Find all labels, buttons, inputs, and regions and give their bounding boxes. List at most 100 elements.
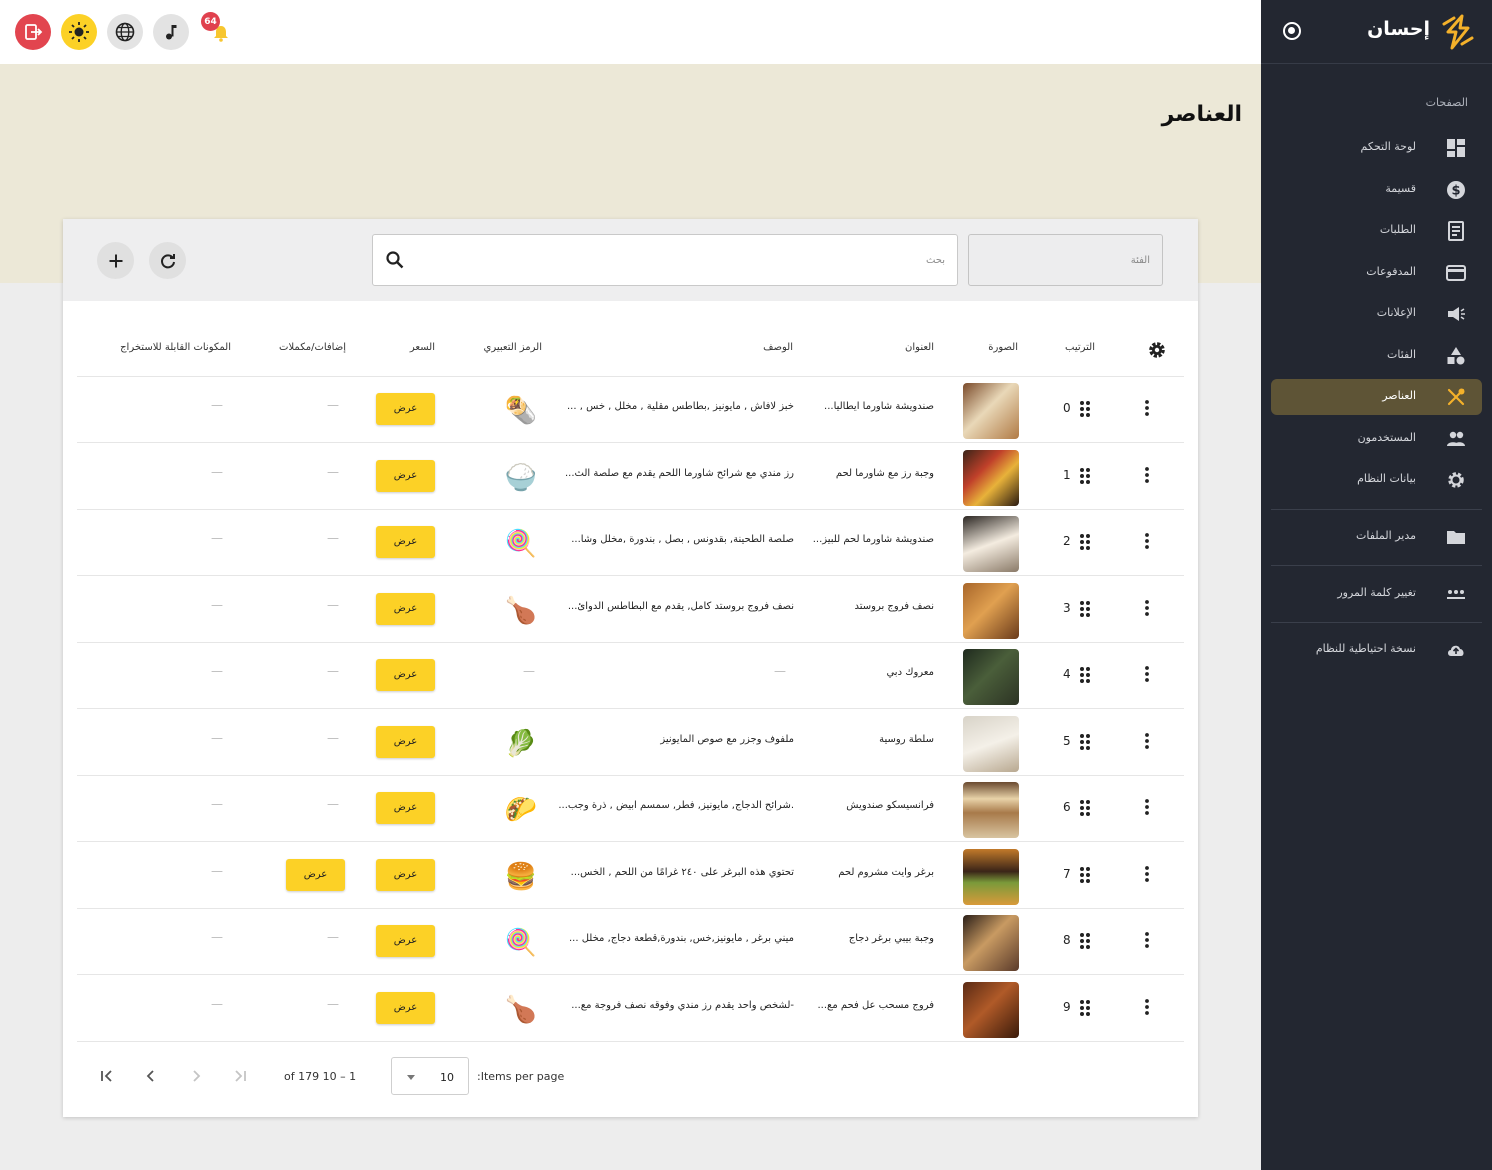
price-view-button[interactable]: عرض xyxy=(376,925,435,957)
more-vert-icon[interactable] xyxy=(1144,465,1150,485)
table-row[interactable]: 5 سلطة روسية ملفوف وجزر مع صوص المايونيز 🥬 ع… xyxy=(77,710,1184,776)
more-vert-icon[interactable] xyxy=(1144,731,1150,751)
more-vert-icon[interactable] xyxy=(1144,797,1150,817)
price-view-button[interactable]: عرض xyxy=(376,858,435,891)
notification-badge: 64 xyxy=(201,12,220,31)
header-addons[interactable]: إضافات/مكملات xyxy=(279,342,346,353)
price-view-button[interactable]: عرض xyxy=(376,592,435,625)
price-view-button[interactable]: عرض xyxy=(376,526,435,558)
table-row[interactable]: 6 فرانسيسكو صندويش .شرائح الدجاج, مايونيز,… xyxy=(77,776,1184,842)
sidebar-toggle-icon[interactable] xyxy=(1283,22,1301,40)
drag-handle-icon[interactable] xyxy=(1079,532,1091,552)
empty-addons: — xyxy=(327,464,339,479)
table-row[interactable]: 8 وجبة بيبي برغر دجاج ميني برغر , مايونيز,… xyxy=(77,909,1184,975)
item-image xyxy=(963,848,1019,905)
sidebar-item-users[interactable]: المستخدمون xyxy=(1271,421,1482,457)
empty-extractable: — xyxy=(211,930,223,944)
sidebar-item-ads[interactable]: الإعلانات xyxy=(1271,296,1482,332)
sidebar-item-backup[interactable]: نسخة احتياطية للنظام xyxy=(1271,632,1482,668)
price-view-button[interactable]: عرض xyxy=(376,393,435,425)
header-extractable[interactable]: المكونات القابلة للاستخراج xyxy=(120,342,231,353)
header-emoji[interactable]: الرمز التعبيري xyxy=(484,342,542,353)
price-view-button[interactable]: عرض xyxy=(376,792,435,824)
row-order: 2 xyxy=(1063,534,1071,548)
item-emoji: 🍚 xyxy=(504,462,538,493)
sidebar-item-system-data[interactable]: بيانات النظام xyxy=(1271,462,1482,498)
sidebar-item-orders[interactable]: الطلبات xyxy=(1271,213,1482,249)
price-view-button[interactable]: عرض xyxy=(376,991,435,1024)
header-image[interactable]: الصورة xyxy=(988,342,1018,353)
more-vert-icon[interactable] xyxy=(1144,864,1150,884)
more-vert-icon[interactable] xyxy=(1144,997,1150,1017)
header-title[interactable]: العنوان xyxy=(905,342,934,353)
more-vert-icon[interactable] xyxy=(1144,531,1150,551)
search-input[interactable] xyxy=(425,250,945,270)
sidebar-item-payments[interactable]: المدفوعات xyxy=(1271,255,1482,291)
paginator: of 179 10 – 1 10 :Items per page xyxy=(63,1057,1198,1097)
drag-handle-icon[interactable] xyxy=(1079,732,1091,752)
item-emoji: 🍭 xyxy=(504,928,538,958)
logout-button[interactable] xyxy=(15,14,51,50)
more-vert-icon[interactable] xyxy=(1144,398,1150,418)
previous-page-icon[interactable] xyxy=(142,1067,160,1085)
sidebar-item-file-manager[interactable]: مدير الملفات xyxy=(1271,519,1482,555)
sidebar-item-items[interactable]: العناصر xyxy=(1271,379,1482,415)
table-row[interactable]: 2 صندويشة شاورما لحم للبيز... صلصة الطحينة… xyxy=(77,510,1184,576)
drag-handle-icon[interactable] xyxy=(1079,599,1091,619)
sidebar-item-change-password[interactable]: تغيير كلمة المرور xyxy=(1271,576,1482,612)
item-image xyxy=(963,449,1019,506)
megaphone-icon xyxy=(1448,307,1465,321)
sidebar-item-coupon[interactable]: $ قسيمة xyxy=(1271,172,1482,208)
category-input[interactable] xyxy=(980,250,1150,270)
price-view-button[interactable]: عرض xyxy=(376,725,435,758)
drag-handle-icon[interactable] xyxy=(1079,865,1091,885)
header-price[interactable]: السعر xyxy=(410,342,435,353)
table-row[interactable]: 3 نصف فروج بروستد نصف فروج بروستد كامل, يق… xyxy=(77,577,1184,643)
next-page-icon[interactable] xyxy=(187,1067,205,1085)
music-button[interactable] xyxy=(153,14,189,50)
more-vert-icon[interactable] xyxy=(1144,930,1150,950)
table-row[interactable]: 0 صندويشة شاورما ايطاليا... خبز لافاش , ما… xyxy=(77,377,1184,443)
item-emoji: 🥬 xyxy=(504,728,538,759)
add-item-button[interactable] xyxy=(97,242,134,279)
dashboard-icon xyxy=(1447,139,1465,157)
category-field[interactable] xyxy=(968,234,1163,286)
header-order[interactable]: الترتيب xyxy=(1065,342,1095,353)
drag-handle-icon[interactable] xyxy=(1079,665,1091,685)
refresh-icon xyxy=(160,253,175,268)
drag-handle-icon[interactable] xyxy=(1079,798,1091,818)
sidebar-item-dashboard[interactable]: لوحة التحكم xyxy=(1271,130,1482,166)
refresh-button[interactable] xyxy=(149,242,186,279)
header-description[interactable]: الوصف xyxy=(763,342,793,353)
theme-toggle-button[interactable] xyxy=(61,14,97,50)
page-size-select[interactable]: 10 xyxy=(391,1057,469,1095)
logo-icon xyxy=(1442,14,1474,50)
drag-handle-icon[interactable] xyxy=(1079,466,1091,486)
price-view-button[interactable]: عرض xyxy=(376,459,435,492)
item-image xyxy=(963,582,1019,639)
table-row[interactable]: 1 وجبة رز مع شاورما لحم رز مندي مع شرائح ش… xyxy=(77,444,1184,510)
sidebar-item-categories[interactable]: الفئات xyxy=(1271,338,1482,374)
sidebar-item-label: قسيمة xyxy=(1385,182,1416,195)
column-settings-icon[interactable] xyxy=(1147,340,1167,360)
item-image xyxy=(963,383,1019,439)
first-page-icon[interactable] xyxy=(98,1067,116,1085)
more-vert-icon[interactable] xyxy=(1144,598,1150,618)
empty-extractable: — xyxy=(211,996,223,1011)
more-vert-icon[interactable] xyxy=(1144,664,1150,684)
addons-view-button[interactable]: عرض xyxy=(286,858,345,891)
drag-handle-icon[interactable] xyxy=(1079,399,1091,419)
price-view-button[interactable]: عرض xyxy=(376,659,435,691)
language-button[interactable] xyxy=(107,14,143,50)
table-row[interactable]: 4 معروك دبي — — عرض — — xyxy=(77,643,1184,709)
item-emoji: 🍭 xyxy=(504,529,538,559)
table-row[interactable]: 7 برغر وايت مشروم لحم تحتوي هذه البرغر على… xyxy=(77,843,1184,909)
sidebar-divider xyxy=(1271,622,1482,623)
search-field[interactable] xyxy=(372,234,958,286)
last-page-icon[interactable] xyxy=(231,1067,249,1085)
table-row[interactable]: 9 فروج مسحب عل فحم مع... -لشخص واحد يقدم ر… xyxy=(77,976,1184,1042)
row-order: 1 xyxy=(1063,467,1071,482)
item-title: وجبة بيبي برغر دجاج xyxy=(848,933,934,944)
drag-handle-icon[interactable] xyxy=(1079,931,1091,951)
drag-handle-icon[interactable] xyxy=(1079,998,1091,1018)
